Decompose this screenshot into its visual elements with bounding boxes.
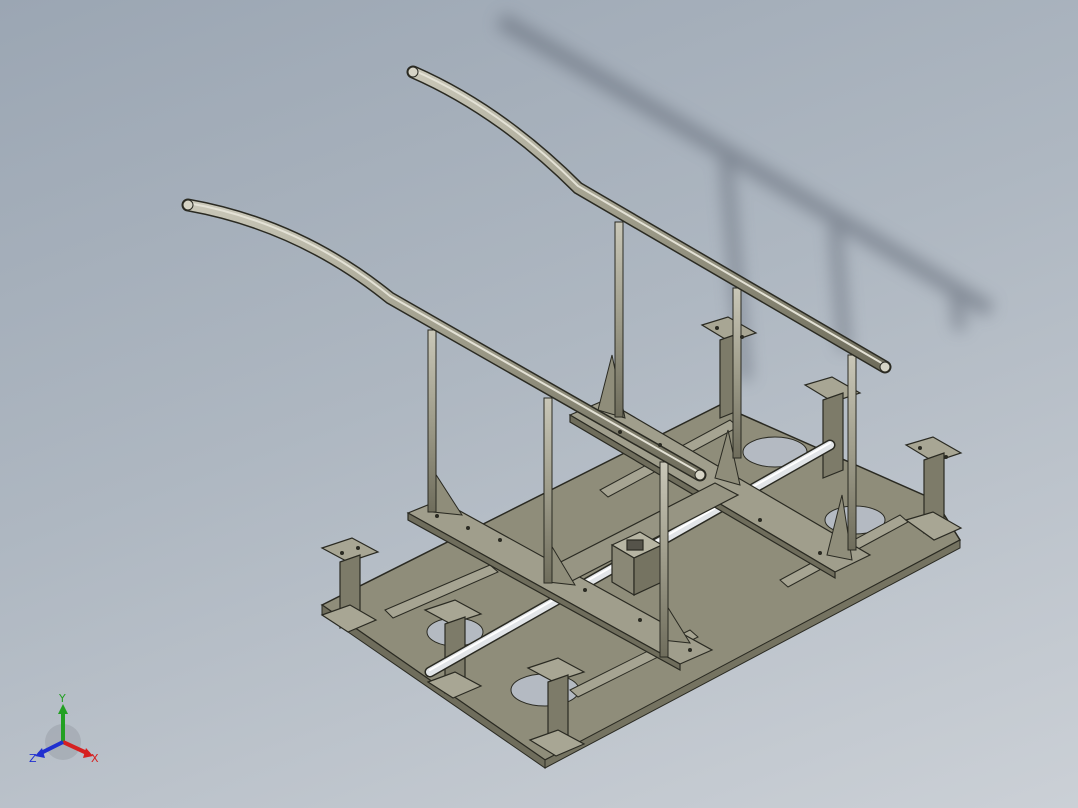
view-orientation-triad[interactable]: Y X Z — [25, 692, 105, 772]
rail-shadow — [496, 13, 995, 381]
nut-block[interactable] — [610, 531, 664, 597]
triad-z-label: Z — [29, 752, 37, 765]
triad-y-label: Y — [58, 692, 66, 705]
graphics-viewport[interactable]: Y X Z — [0, 0, 1078, 808]
pillar-back-right — [904, 436, 963, 541]
handrails[interactable] — [181, 65, 892, 482]
cad-model[interactable] — [0, 0, 1078, 808]
triad-x-label: X — [91, 752, 99, 765]
triad-svg: Y X Z — [29, 692, 99, 765]
